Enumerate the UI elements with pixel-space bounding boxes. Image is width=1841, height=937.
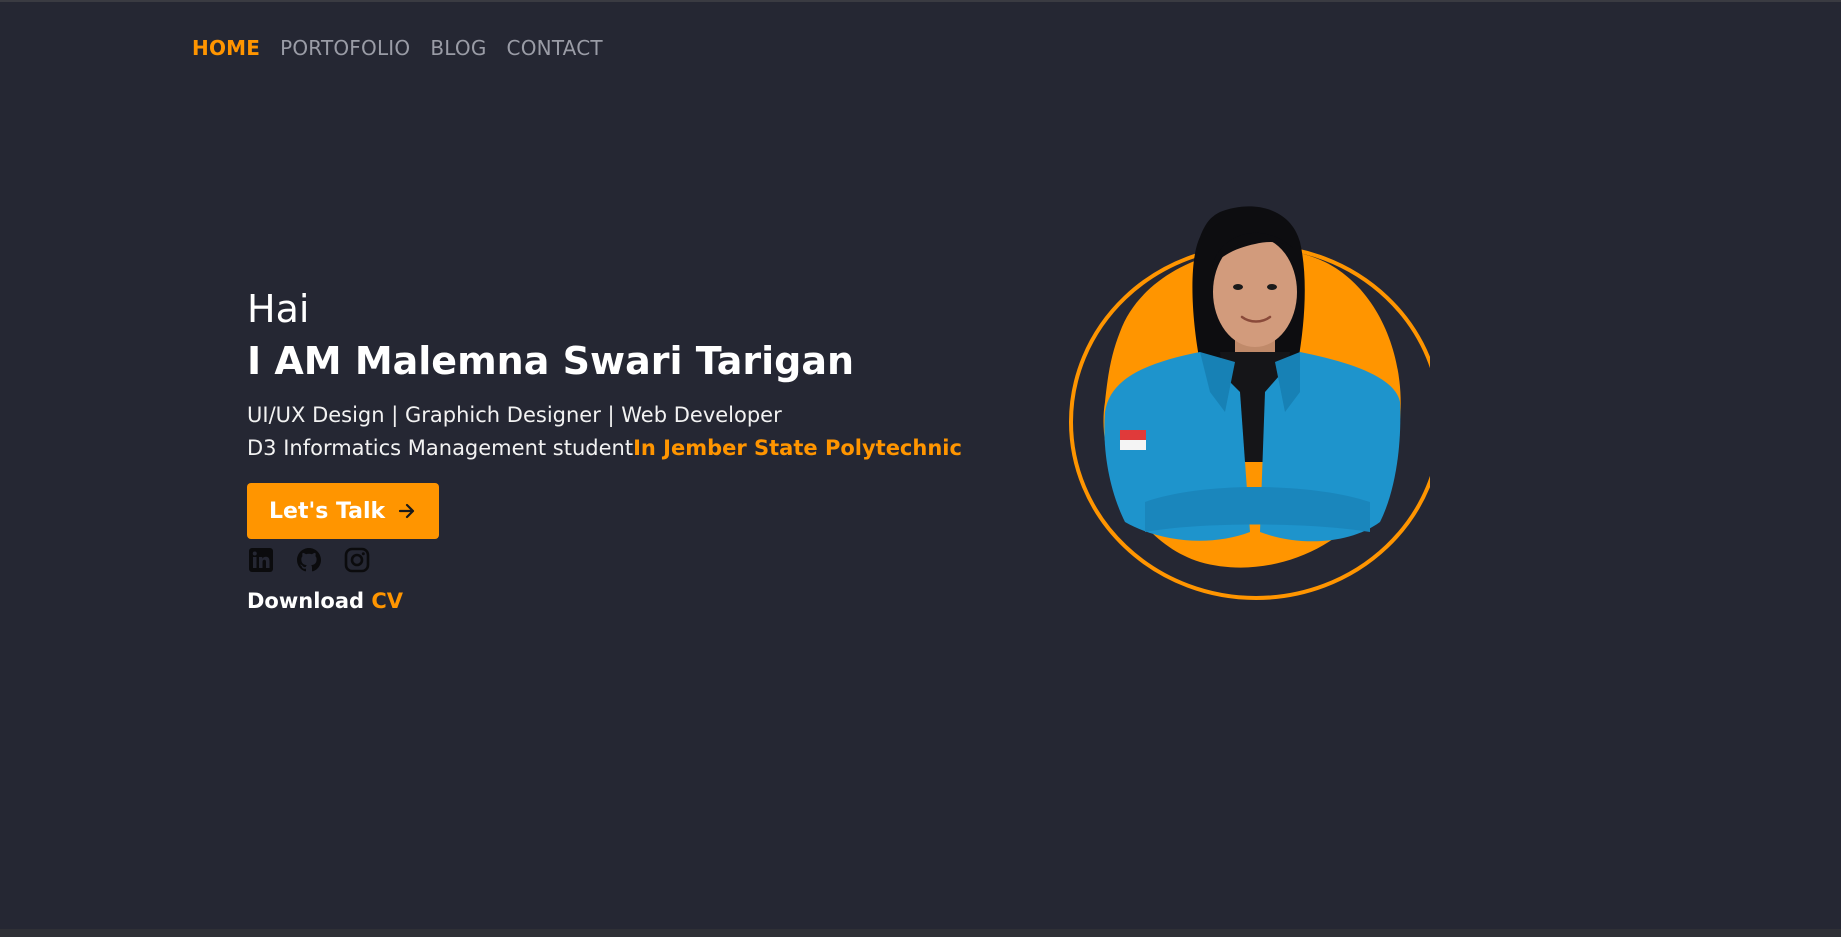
hero-study-prefix: D3 Informatics Management student: [247, 436, 634, 460]
hero-study-highlight: In Jember State Polytechnic: [633, 436, 962, 460]
social-links: [247, 545, 962, 575]
instagram-icon[interactable]: [343, 546, 371, 574]
lets-talk-label: Let's Talk: [269, 498, 386, 524]
hero-study: D3 Informatics Management studentIn Jemb…: [247, 432, 962, 465]
download-label: Download: [247, 589, 365, 613]
top-nav: HOME PORTOFOLIO BLOG CONTACT: [192, 36, 603, 60]
nav-item-portofolio[interactable]: PORTOFOLIO: [280, 36, 410, 60]
lets-talk-button[interactable]: Let's Talk: [247, 483, 440, 539]
linkedin-icon[interactable]: [247, 546, 275, 574]
page: HOME PORTOFOLIO BLOG CONTACT Hai I AM Ma…: [0, 0, 1841, 929]
nav-item-home[interactable]: HOME: [192, 36, 260, 60]
hero-section: Hai I AM Malemna Swari Tarigan UI/UX Des…: [247, 285, 962, 613]
hero-roles: UI/UX Design | Graphich Designer | Web D…: [247, 403, 782, 427]
github-icon[interactable]: [295, 546, 323, 574]
download-cv-link[interactable]: Download CV: [247, 589, 962, 613]
profile-portrait: [1050, 202, 1443, 602]
hero-greeting: Hai: [247, 287, 310, 331]
download-cv-highlight: CV: [371, 589, 404, 613]
arrow-right-icon: [397, 501, 417, 521]
hero-name: I AM Malemna Swari Tarigan: [247, 339, 855, 383]
nav-item-contact[interactable]: CONTACT: [507, 36, 603, 60]
nav-item-blog[interactable]: BLOG: [430, 36, 486, 60]
